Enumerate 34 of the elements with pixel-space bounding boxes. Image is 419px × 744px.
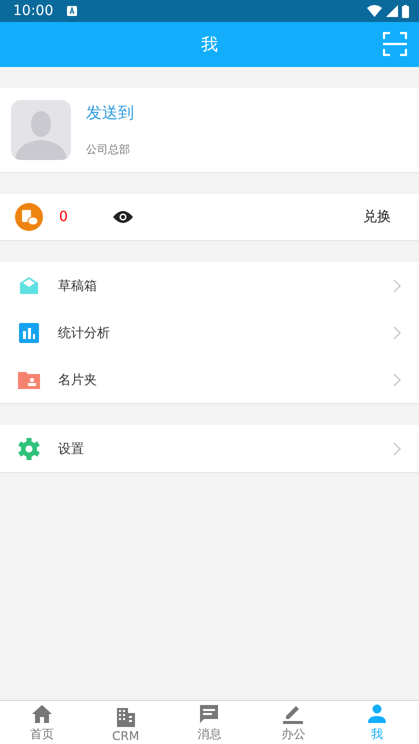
message-icon bbox=[198, 703, 220, 725]
page-title: 我 bbox=[201, 34, 218, 56]
chevron-icon bbox=[393, 442, 401, 456]
coins-icon bbox=[15, 203, 43, 231]
chevron-icon bbox=[393, 372, 401, 386]
nav-tab[interactable]: 我 bbox=[335, 701, 419, 744]
nav-tab[interactable]: CRM bbox=[84, 701, 168, 744]
menu-item[interactable]: 名片夹 bbox=[0, 356, 419, 403]
envelope-icon bbox=[18, 274, 40, 296]
notification-icon bbox=[67, 6, 78, 16]
nav-tab[interactable]: 消息 bbox=[168, 701, 252, 744]
menu-item[interactable]: 草稿箱 bbox=[0, 262, 419, 309]
chevron-icon bbox=[393, 278, 401, 292]
clock: 10:00 bbox=[13, 3, 54, 19]
battery-icon bbox=[402, 4, 409, 18]
home-icon bbox=[30, 703, 53, 725]
menu-item[interactable]: 设置 bbox=[0, 425, 419, 472]
signal-icon bbox=[386, 5, 398, 17]
redeem-button[interactable]: 兑换 bbox=[363, 208, 391, 226]
avatar bbox=[11, 100, 71, 160]
wifi-icon bbox=[367, 5, 382, 17]
department: 公司总部 bbox=[86, 142, 131, 157]
points-value: 0 bbox=[59, 209, 69, 225]
user-name[interactable]: 发送到 bbox=[86, 103, 134, 124]
pencil-icon bbox=[282, 703, 304, 725]
eye-icon[interactable] bbox=[113, 210, 133, 224]
nav-tab[interactable]: 办公 bbox=[251, 701, 336, 744]
nav-tab[interactable]: 首页 bbox=[0, 701, 84, 744]
person-icon bbox=[366, 703, 388, 725]
building-icon bbox=[114, 706, 137, 728]
menu-item[interactable]: 统计分析 bbox=[0, 309, 419, 356]
bar-chart-icon bbox=[18, 322, 40, 344]
settings-icon bbox=[18, 438, 40, 460]
chevron-icon bbox=[393, 326, 401, 340]
